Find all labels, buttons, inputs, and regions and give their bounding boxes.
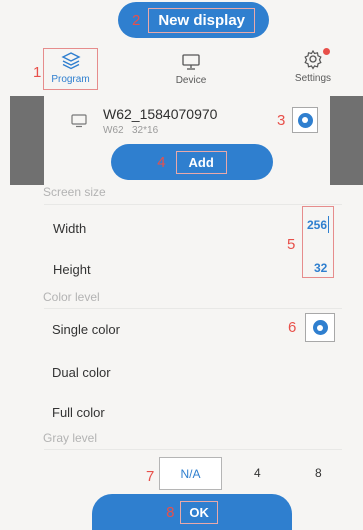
color-option-single[interactable]: Single color (52, 322, 120, 337)
monitor-icon (182, 54, 200, 70)
gray-option-na-label: N/A (180, 466, 201, 481)
gray-option-8[interactable]: 8 (315, 466, 322, 480)
tab-program-label: Program (51, 74, 90, 85)
layers-icon (60, 52, 81, 70)
radio-selected-dot (297, 112, 313, 128)
add-label: Add (175, 150, 227, 174)
marker-5: 5 (287, 236, 296, 253)
gray-option-4[interactable]: 4 (254, 466, 261, 480)
tab-device[interactable]: Device (166, 53, 216, 86)
divider (44, 308, 342, 309)
color-level-title: Color level (43, 290, 100, 304)
right-edge-panel (330, 96, 363, 185)
left-edge-panel (10, 96, 44, 185)
marker-7: 7 (146, 468, 155, 485)
screen-size-title: Screen size (43, 185, 106, 199)
gear-icon (304, 49, 322, 70)
gray-option-na[interactable]: N/A (159, 457, 222, 490)
new-display-button[interactable]: 2 New display (118, 2, 269, 38)
radio-selected-dot (312, 320, 328, 335)
marker-3: 3 (277, 112, 286, 129)
tab-program[interactable]: Program (45, 51, 96, 85)
new-display-label: New display (148, 7, 256, 33)
ok-label: OK (180, 500, 218, 524)
tab-settings-label: Settings (294, 73, 332, 84)
marker-4: 4 (157, 153, 166, 171)
divider (44, 204, 342, 205)
tab-settings[interactable]: Settings (288, 48, 338, 84)
marker-8: 8 (166, 503, 175, 521)
height-input[interactable]: 32 (314, 261, 327, 275)
marker-1: 1 (33, 64, 42, 81)
color-option-full[interactable]: Full color (52, 405, 105, 420)
tab-device-label: Device (175, 75, 207, 86)
height-label: Height (53, 262, 91, 277)
add-button[interactable]: 4 Add (111, 144, 273, 180)
device-item[interactable]: W62_1584070970 W62 32*16 (66, 104, 266, 138)
marker-6: 6 (288, 319, 297, 336)
width-label: Width (53, 221, 87, 236)
device-resolution: 32*16 (132, 125, 159, 136)
divider (44, 449, 342, 450)
width-input[interactable]: 256 (307, 218, 327, 232)
text-cursor (328, 216, 329, 233)
device-name: W62_1584070970 (103, 106, 218, 122)
single-color-radio[interactable] (305, 313, 335, 342)
color-option-dual[interactable]: Dual color (52, 365, 111, 380)
monitor-icon (71, 114, 87, 128)
notification-dot (323, 48, 330, 55)
device-select-radio[interactable] (292, 107, 318, 133)
marker-2: 2 (131, 11, 141, 29)
gray-level-title: Gray level (43, 431, 98, 445)
ok-button[interactable]: 8 OK (92, 494, 292, 530)
device-model: W62 (103, 125, 124, 136)
